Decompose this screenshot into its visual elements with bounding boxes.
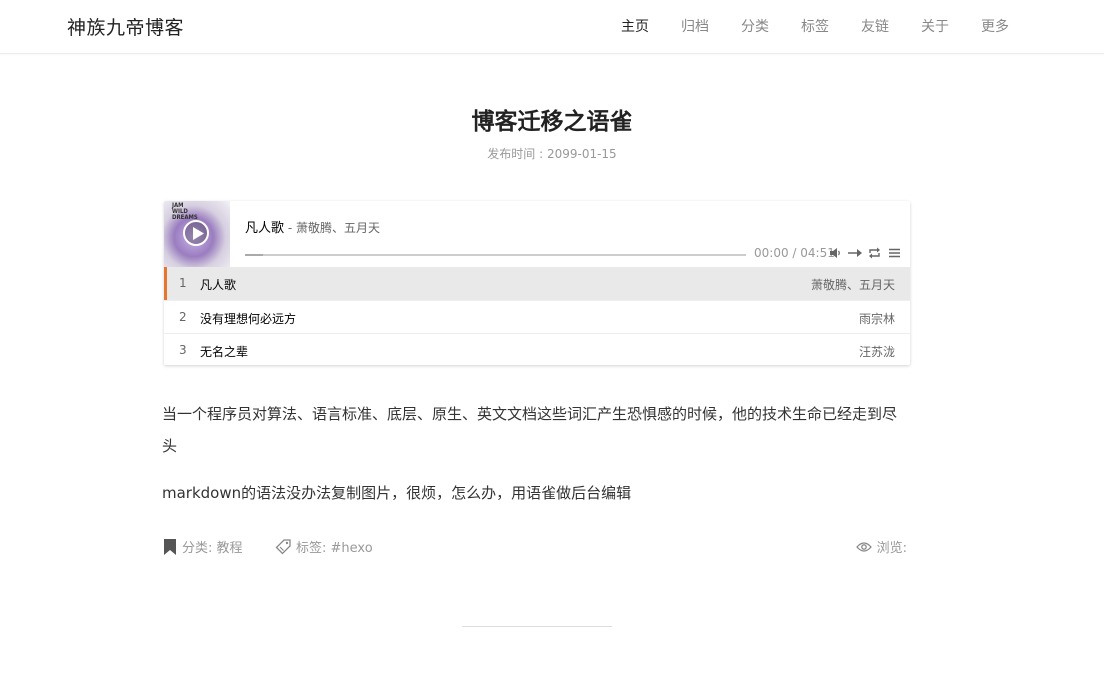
playlist: 1 凡人歌 萧敬腾、五月天 2 没有理想何必远方 雨宗林 3 无名之辈 汪苏泷 [164, 267, 910, 365]
eye-icon [855, 541, 872, 552]
playlist-item-title: 无名之辈 [200, 345, 249, 359]
post-paragraph: 当一个程序员对算法、语言标准、底层、原生、英文文档这些词汇产生恐惧感的时候，他的… [162, 405, 898, 455]
post-footer-meta: 分类: 教程 标签: #hexo 浏览: [162, 537, 908, 557]
playlist-item[interactable]: 2 没有理想何必远方 雨宗林 [164, 300, 910, 333]
progress-bar[interactable] [245, 254, 746, 256]
play-button[interactable] [183, 220, 209, 246]
now-playing: 凡人歌 - 萧敬腾、五月天 [245, 217, 380, 236]
nav-about[interactable]: 关于 [905, 16, 965, 36]
time-display: 00:00 / 04:51 [754, 246, 835, 260]
menu-icon[interactable] [889, 247, 901, 259]
post-category-label: 分类: 教程 [182, 541, 243, 556]
main-nav: 主页 归档 分类 标签 友链 关于 更多 [605, 16, 1025, 36]
post-paragraph: markdown的语法没办法复制图片，很烦，怎么办，用语雀做后台编辑 [162, 484, 632, 502]
post-tags[interactable]: 标签: #hexo [275, 537, 373, 556]
post-date: 发布时间 : 2099-01-15 [487, 147, 617, 161]
post-tags-label: 标签: #hexo [296, 541, 373, 556]
post-views-label: 浏览: [876, 541, 907, 556]
nav-links[interactable]: 友链 [845, 16, 905, 36]
play-icon [193, 227, 204, 240]
playlist-item-index: 3 [179, 343, 187, 357]
post-divider [462, 626, 612, 627]
tag-icon [275, 538, 291, 554]
bookmark-icon [164, 538, 176, 555]
post-body: 当一个程序员对算法、语言标准、底层、原生、英文文档这些词汇产生恐惧感的时候，他的… [162, 398, 907, 524]
nav-home[interactable]: 主页 [605, 16, 665, 36]
playlist-item[interactable]: 3 无名之辈 汪苏泷 [164, 333, 910, 365]
nav-more[interactable]: 更多 [965, 16, 1025, 36]
playlist-item-artist: 汪苏泷 [858, 345, 895, 359]
playlist-item-index: 2 [179, 310, 187, 324]
site-header: 神族九帝博客 主页 归档 分类 标签 友链 关于 更多 [0, 0, 1104, 54]
progress-played [245, 254, 263, 256]
post-category[interactable]: 分类: 教程 [164, 537, 243, 556]
album-cover[interactable]: JAM WILD DREAMS [164, 201, 230, 267]
post-title: 博客迁移之语雀 [471, 109, 633, 135]
playlist-item-artist: 萧敬腾、五月天 [810, 278, 895, 292]
now-playing-title: 凡人歌 [245, 221, 285, 236]
playlist-item-index: 1 [179, 276, 187, 290]
post-views: 浏览: [855, 537, 907, 556]
playlist-item-title: 没有理想何必远方 [200, 312, 297, 326]
order-icon[interactable] [848, 247, 863, 259]
nav-tags[interactable]: 标签 [785, 16, 845, 36]
playlist-item-title: 凡人歌 [200, 278, 237, 292]
nav-archive[interactable]: 归档 [665, 16, 725, 36]
nav-categories[interactable]: 分类 [725, 16, 785, 36]
volume-icon[interactable] [830, 247, 842, 259]
music-player: JAM WILD DREAMS 凡人歌 - 萧敬腾、五月天 00:00 / 04… [164, 201, 910, 365]
site-title[interactable]: 神族九帝博客 [67, 13, 184, 40]
loop-icon[interactable] [868, 247, 881, 259]
now-playing-artist: - 萧敬腾、五月天 [284, 221, 380, 235]
album-cover-text: JAM WILD DREAMS [172, 202, 198, 221]
playlist-item[interactable]: 1 凡人歌 萧敬腾、五月天 [164, 267, 910, 300]
playlist-item-artist: 雨宗林 [858, 312, 895, 326]
